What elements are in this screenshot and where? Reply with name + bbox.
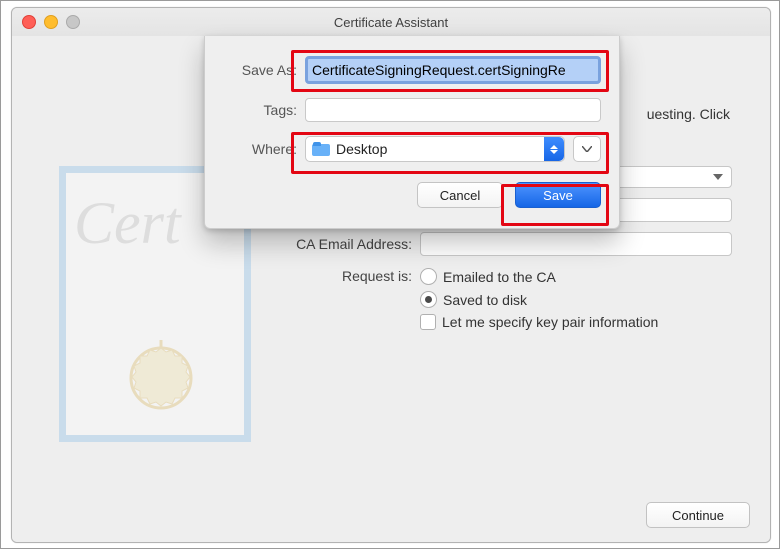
- titlebar: Certificate Assistant: [12, 8, 770, 37]
- checkbox-specify-keypair[interactable]: Let me specify key pair information: [420, 314, 658, 330]
- ca-email-input[interactable]: [420, 232, 732, 256]
- where-value: Desktop: [336, 141, 387, 157]
- save-label: Save: [543, 188, 573, 203]
- background-instruction-fragment: uesting. Click: [647, 106, 730, 122]
- folder-icon: [312, 142, 330, 156]
- where-popup[interactable]: Desktop: [305, 136, 565, 162]
- ca-email-label: CA Email Address:: [267, 236, 420, 252]
- continue-label: Continue: [672, 508, 724, 523]
- radio-icon: [420, 268, 437, 285]
- saveas-input[interactable]: [305, 56, 601, 84]
- save-button[interactable]: Save: [515, 182, 601, 208]
- window-controls: [22, 15, 80, 29]
- certificate-assistant-window: Certificate Assistant Cert: [11, 7, 771, 543]
- tags-label: Tags:: [223, 102, 305, 118]
- saveas-label: Save As:: [223, 62, 305, 78]
- radio-saved-to-disk[interactable]: Saved to disk: [420, 291, 658, 308]
- expand-save-panel-button[interactable]: [573, 136, 601, 162]
- updown-arrows-icon: [544, 137, 564, 161]
- request-is-label: Request is:: [267, 266, 420, 284]
- svg-text:Cert: Cert: [74, 190, 182, 256]
- zoom-window-button[interactable]: [66, 15, 80, 29]
- radio-saved-label: Saved to disk: [443, 292, 527, 308]
- close-window-button[interactable]: [22, 15, 36, 29]
- cancel-label: Cancel: [440, 188, 480, 203]
- checkbox-icon: [420, 314, 436, 330]
- minimize-window-button[interactable]: [44, 15, 58, 29]
- save-sheet: Save As: Tags: Where: Desktop: [204, 36, 620, 229]
- radio-icon: [420, 291, 437, 308]
- radio-emailed-label: Emailed to the CA: [443, 269, 556, 285]
- chevron-down-icon: [582, 146, 592, 152]
- where-label: Where:: [223, 141, 305, 157]
- cancel-button[interactable]: Cancel: [417, 182, 503, 208]
- checkbox-keypair-label: Let me specify key pair information: [442, 314, 658, 330]
- window-title: Certificate Assistant: [12, 15, 770, 30]
- continue-button[interactable]: Continue: [646, 502, 750, 528]
- radio-emailed-to-ca[interactable]: Emailed to the CA: [420, 268, 658, 285]
- tags-input[interactable]: [305, 98, 601, 122]
